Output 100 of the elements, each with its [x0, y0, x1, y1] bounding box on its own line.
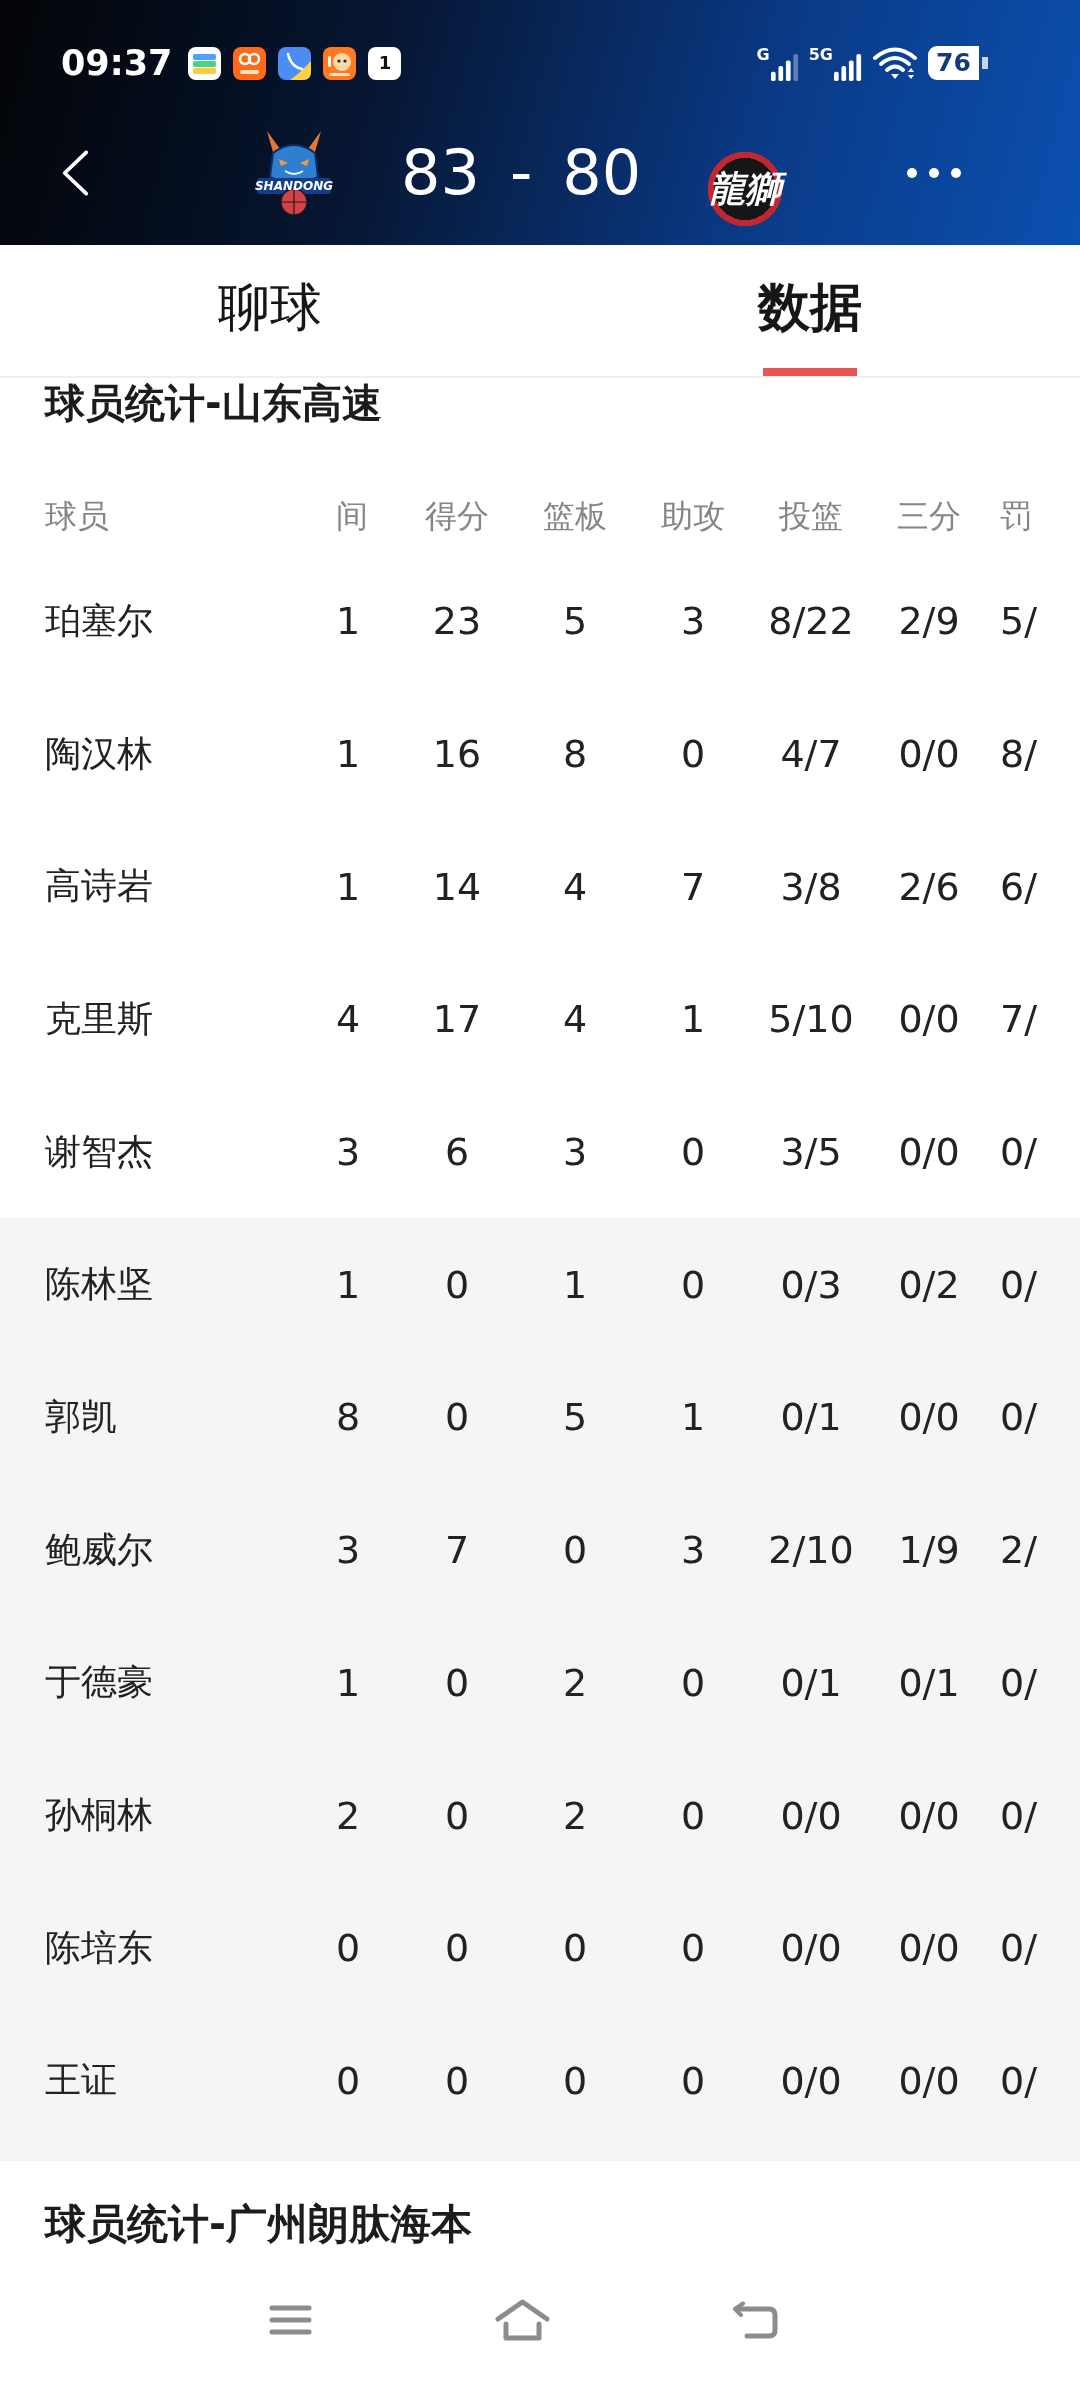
- stat-cell-text: 4: [335, 997, 361, 1042]
- column-header: 间: [335, 496, 368, 537]
- stat-cell-text: 0/: [999, 2058, 1037, 2103]
- stat-cell: 3/5: [780, 1130, 842, 1175]
- stat-cell: 1/9: [898, 1528, 960, 1573]
- stat-cell-text: 0: [335, 2058, 361, 2103]
- stat-cell-text: 3: [335, 1528, 361, 1573]
- logo-wordmark: SHANDONG: [254, 178, 334, 194]
- stat-cell: 0: [680, 1130, 706, 1175]
- more-icon[interactable]: [906, 166, 963, 179]
- player-name: 高诗岩: [44, 864, 153, 909]
- stat-cell: 17: [432, 997, 482, 1042]
- stat-cell: 2: [562, 1793, 588, 1838]
- cartoon-app-icon: [323, 46, 357, 80]
- stat-cell: 5/10: [768, 997, 854, 1042]
- column-header: 助攻: [661, 496, 725, 537]
- stat-cell: 1: [562, 1262, 588, 1307]
- stat-cell: 8: [562, 732, 588, 777]
- stat-cell: 16: [432, 732, 482, 777]
- stat-cell-text: 3: [335, 1130, 361, 1175]
- stat-cell: 0/1: [780, 1660, 842, 1705]
- stat-cell: 0: [444, 1660, 470, 1705]
- stat-cell: 3: [680, 599, 706, 644]
- player-name: 珀塞尔: [44, 598, 153, 643]
- stat-cell-text: 0/: [999, 1130, 1037, 1175]
- stat-cell: 6: [444, 1130, 470, 1175]
- stat-cell: 0: [680, 1793, 706, 1838]
- stat-cell: 0/0: [780, 1926, 842, 1971]
- back-icon[interactable]: [60, 148, 90, 197]
- stat-cell: 3: [562, 1130, 588, 1175]
- stat-cell: 0/0: [898, 997, 960, 1042]
- stat-cell: 0/3: [780, 1262, 842, 1307]
- stat-cell: 0/1: [898, 1660, 960, 1705]
- stat-cell: 0: [444, 2058, 470, 2103]
- stat-cell: 23: [432, 599, 482, 644]
- player-name: 孙桐林: [44, 1793, 153, 1838]
- stat-cell: 0: [444, 1262, 470, 1307]
- player-name: 谢智杰: [44, 1129, 153, 1174]
- home-icon[interactable]: [495, 2299, 550, 2341]
- stat-cell: 1: [680, 997, 706, 1042]
- status-time: 09:37: [61, 43, 173, 83]
- stat-cell: 0/0: [898, 2058, 960, 2103]
- stat-cell: 0: [444, 1926, 470, 1971]
- stat-cell-text: 1: [335, 599, 361, 644]
- wifi-icon: [872, 46, 918, 80]
- stat-cell: 0/0: [898, 732, 960, 777]
- nav-back-icon[interactable]: [731, 2301, 778, 2339]
- stat-cell: 8/22: [768, 599, 854, 644]
- tab[interactable]: 数据: [756, 245, 864, 376]
- stat-cell: 3: [680, 1528, 706, 1573]
- network-type: 5G: [808, 45, 833, 63]
- stat-cell-text: 1: [335, 864, 361, 909]
- stat-cell: 0: [680, 1660, 706, 1705]
- stat-cell: 0/0: [898, 1926, 960, 1971]
- stat-cell: 0: [680, 2058, 706, 2103]
- player-name: 郭凯: [44, 1394, 117, 1439]
- stat-cell-text: 5/: [999, 599, 1037, 644]
- stat-cell: 0: [562, 2058, 588, 2103]
- player-name: 王证: [44, 2058, 117, 2103]
- stat-cell: 2/6: [898, 864, 960, 909]
- stat-cell: 3/8: [780, 864, 842, 909]
- battery-indicator: 76: [928, 46, 988, 80]
- stat-cell: 4/7: [780, 732, 842, 777]
- stat-cell-text: 2: [335, 1793, 361, 1838]
- column-header: 三分: [897, 496, 961, 537]
- stat-cell: 7: [444, 1528, 470, 1573]
- stat-cell-text: 0/: [999, 1793, 1037, 1838]
- tab[interactable]: 聊球: [216, 245, 324, 376]
- loops-app-icon: [233, 46, 267, 80]
- stat-cell: 0: [444, 1793, 470, 1838]
- stat-cell: 4: [562, 997, 588, 1042]
- stat-cell: 0: [680, 1262, 706, 1307]
- stacked-cards-icon: [188, 46, 222, 80]
- stat-cell-text: 0/: [999, 1660, 1037, 1705]
- stat-cell: 2/10: [768, 1528, 854, 1573]
- wave-app-icon: [278, 46, 312, 80]
- player-name: 陶汉林: [44, 731, 153, 776]
- section-title: 球员统计-山东高速: [43, 379, 383, 428]
- stat-cell: 0: [562, 1528, 588, 1573]
- stat-cell: 0: [444, 1395, 470, 1440]
- network-type: G: [756, 45, 770, 63]
- stat-cell-text: 2/: [999, 1528, 1037, 1573]
- stat-cell-text: 0/: [999, 1262, 1037, 1307]
- signal-icon: [770, 52, 799, 81]
- stat-cell: 5: [562, 599, 588, 644]
- calendar-day: 1: [378, 53, 392, 73]
- stat-cell-text: 1: [335, 1660, 361, 1705]
- stat-cell: 0/0: [898, 1395, 960, 1440]
- stat-cell: 1: [680, 1395, 706, 1440]
- stat-cell-text: 8: [335, 1395, 361, 1440]
- menu-icon[interactable]: [269, 2304, 312, 2336]
- stat-cell-text: 0/: [999, 1395, 1037, 1440]
- column-header: 篮板: [543, 496, 607, 537]
- player-name: 于德豪: [44, 1660, 153, 1705]
- stat-cell: 0/0: [898, 1130, 960, 1175]
- stat-cell: 7: [680, 864, 706, 909]
- column-header: 球员: [44, 496, 109, 537]
- player-name: 陈培东: [44, 1925, 153, 1970]
- stat-cell: 0/0: [780, 2058, 842, 2103]
- stat-cell: 0: [562, 1926, 588, 1971]
